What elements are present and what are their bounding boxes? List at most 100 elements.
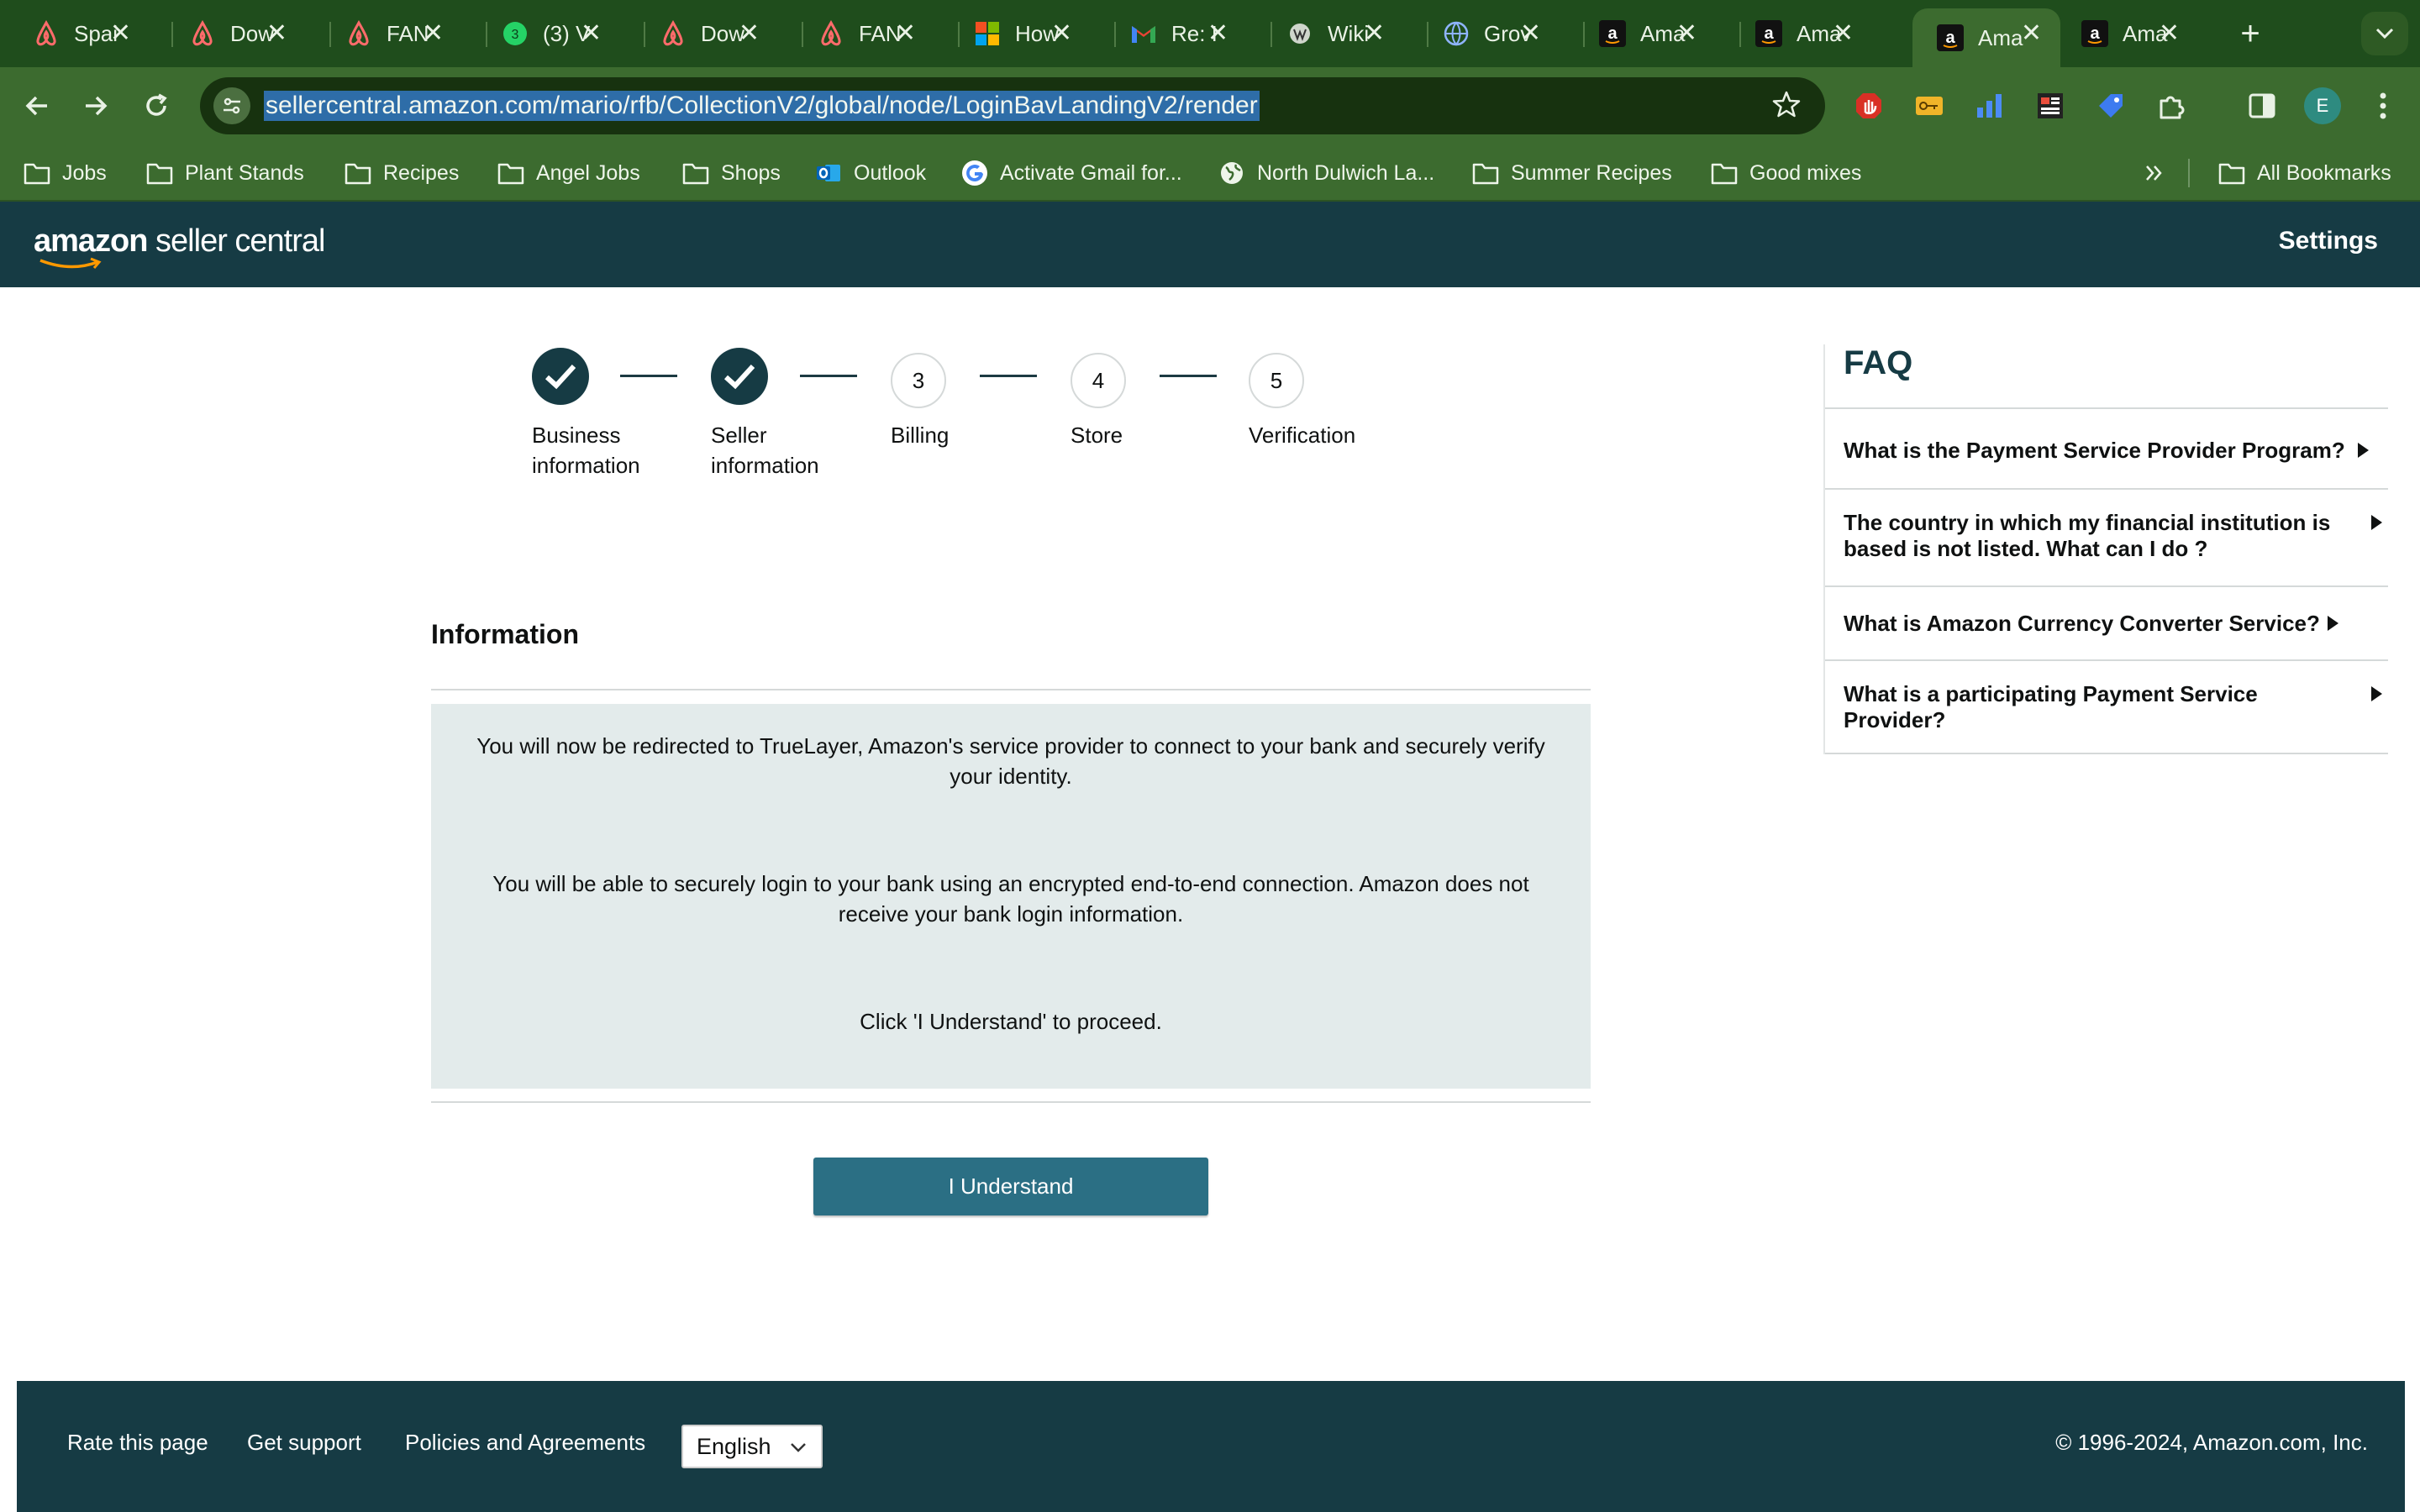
tab-gmail[interactable]: Re: I ✕ bbox=[1097, 8, 1254, 59]
menu-dots-icon[interactable] bbox=[2365, 87, 2402, 124]
chevron-down-icon bbox=[791, 1443, 806, 1452]
faq-panel: FAQ What is the Payment Service Provider… bbox=[1823, 344, 2388, 754]
bookmark-label: Angel Jobs bbox=[536, 160, 640, 185]
notes-extension-icon[interactable] bbox=[2032, 87, 2069, 124]
back-button[interactable] bbox=[13, 82, 60, 129]
faq-item-currency-converter[interactable]: What is Amazon Currency Converter Servic… bbox=[1825, 587, 2388, 661]
step-store: 4 Store bbox=[1071, 348, 1213, 450]
amazon-icon: a bbox=[1598, 19, 1627, 48]
step-label: Billing bbox=[891, 423, 950, 448]
new-tab-button[interactable]: + bbox=[2230, 13, 2270, 54]
i-understand-button[interactable]: I Understand bbox=[813, 1158, 1208, 1215]
bookmark-jobs[interactable]: Jobs bbox=[24, 144, 107, 202]
password-extension-icon[interactable] bbox=[1911, 87, 1948, 124]
bookmark-angel-jobs[interactable]: Angel Jobs bbox=[497, 144, 640, 202]
bookmark-north-dulwich[interactable]: North Dulwich La... bbox=[1218, 144, 1434, 202]
analytics-extension-icon[interactable] bbox=[1971, 87, 2008, 124]
policies-link[interactable]: Policies and Agreements bbox=[405, 1430, 645, 1456]
tab-amazon-2[interactable]: a Ama ✕ bbox=[1723, 8, 1879, 59]
tab-globe[interactable]: Grov ✕ bbox=[1410, 8, 1566, 59]
close-tab-icon[interactable]: ✕ bbox=[266, 20, 287, 47]
step-number: 3 bbox=[891, 353, 946, 408]
bookmark-outlook[interactable]: Outlook bbox=[815, 144, 926, 202]
close-tab-icon[interactable]: ✕ bbox=[1364, 20, 1385, 47]
step-label: Verification bbox=[1249, 423, 1356, 448]
seller-central-logo[interactable]: amazon seller central bbox=[34, 223, 325, 269]
more-bookmarks-button[interactable] bbox=[2141, 144, 2180, 202]
bookmark-summer-recipes[interactable]: Summer Recipes bbox=[1472, 144, 1672, 202]
close-tab-icon[interactable]: ✕ bbox=[1520, 20, 1541, 47]
tab-airbnb-1[interactable]: Spai ✕ bbox=[0, 8, 156, 59]
language-select[interactable]: English bbox=[681, 1425, 823, 1468]
bookmark-activate-gmail[interactable]: Activate Gmail for... bbox=[961, 144, 1182, 202]
information-heading: Information bbox=[431, 619, 579, 649]
bookmark-good-mixes[interactable]: Good mixes bbox=[1711, 144, 1861, 202]
folder-icon bbox=[24, 160, 50, 186]
settings-link[interactable]: Settings bbox=[2279, 227, 2378, 255]
globe-icon bbox=[1218, 160, 1245, 186]
information-panel: You will now be redirected to TrueLayer,… bbox=[431, 704, 1591, 1089]
faq-item-psp-program[interactable]: What is the Payment Service Provider Pro… bbox=[1825, 409, 2388, 490]
extensions-puzzle-icon[interactable] bbox=[2153, 87, 2190, 124]
folder-icon bbox=[497, 160, 524, 186]
site-info-icon[interactable] bbox=[213, 87, 250, 124]
tab-airbnb-3[interactable]: FAN ✕ bbox=[313, 8, 469, 59]
close-tab-icon[interactable]: ✕ bbox=[1051, 20, 1072, 47]
faq-item-participating-psp[interactable]: What is a participating Payment Service … bbox=[1825, 661, 2388, 754]
checkmark-icon bbox=[723, 364, 755, 390]
close-tab-icon[interactable]: ✕ bbox=[895, 20, 916, 47]
side-panel-icon[interactable] bbox=[2244, 87, 2281, 124]
airbnb-icon bbox=[188, 19, 217, 48]
airbnb-icon bbox=[345, 19, 373, 48]
close-tab-icon[interactable]: ✕ bbox=[581, 20, 602, 47]
faq-question: What is the Payment Service Provider Pro… bbox=[1844, 438, 2345, 463]
faq-item-country-not-listed[interactable]: The country in which my financial instit… bbox=[1825, 490, 2388, 587]
folder-icon bbox=[682, 160, 709, 186]
close-tab-icon[interactable]: ✕ bbox=[739, 20, 760, 47]
tab-airbnb-5[interactable]: FAN ✕ bbox=[785, 8, 941, 59]
get-support-link[interactable]: Get support bbox=[247, 1430, 361, 1456]
close-tab-icon[interactable]: ✕ bbox=[1676, 20, 1697, 47]
step-number: 5 bbox=[1249, 353, 1304, 408]
tab-amazon-active[interactable]: a Ama ✕ bbox=[1912, 8, 2060, 67]
svg-text:a: a bbox=[1764, 24, 1774, 43]
address-bar[interactable]: sellercentral.amazon.com/mario/rfb/Colle… bbox=[200, 77, 1825, 134]
tab-airbnb-4[interactable]: Dow ✕ bbox=[627, 8, 785, 59]
close-tab-icon[interactable]: ✕ bbox=[423, 20, 444, 47]
tab-microsoft[interactable]: How ✕ bbox=[941, 8, 1097, 59]
bookmark-shops[interactable]: Shops bbox=[682, 144, 781, 202]
step-complete-check bbox=[711, 348, 768, 405]
reload-icon bbox=[146, 93, 167, 116]
tab-airbnb-2[interactable]: Dow ✕ bbox=[156, 8, 313, 59]
url-text[interactable]: sellercentral.amazon.com/mario/rfb/Colle… bbox=[264, 91, 1260, 121]
tab-amazon-4[interactable]: a Ama ✕ bbox=[2049, 8, 2205, 59]
rate-this-page-link[interactable]: Rate this page bbox=[67, 1430, 208, 1456]
forward-button[interactable] bbox=[72, 82, 119, 129]
all-bookmarks-button[interactable]: All Bookmarks bbox=[2218, 144, 2391, 202]
close-tab-icon[interactable]: ✕ bbox=[1833, 20, 1854, 47]
folder-icon bbox=[146, 160, 173, 186]
bookmark-label: Summer Recipes bbox=[1511, 160, 1672, 185]
bookmark-recipes[interactable]: Recipes bbox=[345, 144, 459, 202]
adblock-extension-icon[interactable] bbox=[1850, 87, 1887, 124]
bookmark-plant-stands[interactable]: Plant Stands bbox=[146, 144, 304, 202]
tab-amazon-1[interactable]: a Ama ✕ bbox=[1566, 8, 1723, 59]
tab-search-button[interactable] bbox=[2361, 12, 2408, 55]
close-tab-icon[interactable]: ✕ bbox=[110, 20, 131, 47]
amazon-icon: a bbox=[1754, 19, 1783, 48]
close-tab-icon[interactable]: ✕ bbox=[2159, 20, 2180, 47]
step-connector bbox=[1160, 375, 1217, 377]
divider bbox=[431, 1101, 1591, 1103]
close-tab-icon[interactable]: ✕ bbox=[2021, 20, 2042, 47]
security-notice: You will be able to securely login to yo… bbox=[492, 871, 1529, 927]
tag-extension-icon[interactable] bbox=[2092, 87, 2129, 124]
step-connector bbox=[800, 375, 857, 377]
bookmark-label: Shops bbox=[721, 160, 781, 185]
tab-wikipedia[interactable]: Wiki ✕ bbox=[1254, 8, 1410, 59]
bookmark-label: Plant Stands bbox=[185, 160, 304, 185]
bookmark-star-icon[interactable] bbox=[1771, 89, 1802, 123]
tab-whatsapp[interactable]: 3 (3) V ✕ bbox=[469, 8, 627, 59]
profile-avatar[interactable]: E bbox=[2304, 87, 2341, 124]
close-tab-icon[interactable]: ✕ bbox=[1207, 20, 1228, 47]
reload-button[interactable] bbox=[133, 82, 180, 129]
